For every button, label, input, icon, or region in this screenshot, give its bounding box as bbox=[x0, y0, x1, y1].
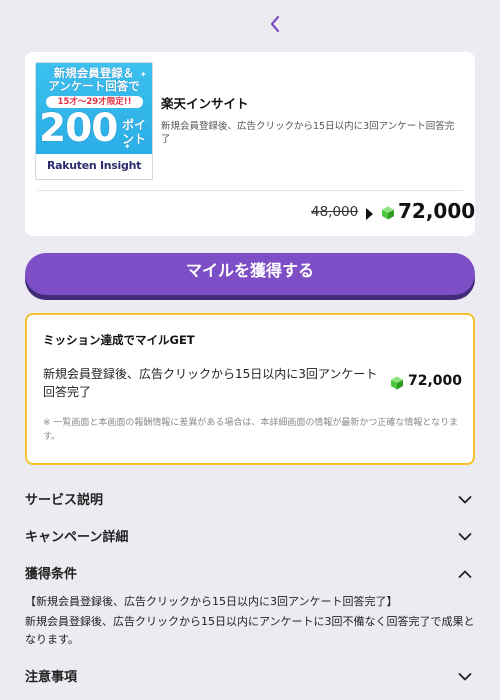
divider bbox=[37, 190, 463, 191]
green-gem-icon bbox=[391, 376, 403, 390]
mission-card: ミッション達成でマイルGET 新規会員登録後、広告クリックから15日以内に3回ア… bbox=[25, 313, 475, 465]
mission-description: 新規会員登録後、広告クリックから15日以内に3回アンケート回答完了 bbox=[43, 367, 378, 399]
back-button[interactable] bbox=[262, 10, 288, 38]
sparkle-icon: ✦ bbox=[124, 142, 131, 151]
sparkle-icon: ✦ bbox=[42, 112, 49, 121]
sparkle-icon: ✦ bbox=[140, 70, 147, 79]
offer-card[interactable]: 新規会員登録＆ アンケート回答で 15才〜29才限定!! 200 ポイント ✦ … bbox=[25, 52, 475, 236]
chevron-up-icon[interactable] bbox=[458, 569, 472, 579]
offer-title: 楽天インサイト bbox=[161, 96, 249, 111]
offer-description: 新規会員登録後、広告クリックから15日以内に3回アンケート回答完了 bbox=[161, 121, 455, 145]
chevron-down-icon[interactable] bbox=[458, 672, 472, 682]
banner-point-number: 200 bbox=[39, 106, 118, 151]
arrow-right-icon bbox=[366, 208, 373, 220]
offer-banner-image: 新規会員登録＆ アンケート回答で 15才〜29才限定!! 200 ポイント ✦ … bbox=[35, 62, 153, 180]
rakuten-insight-logo: Rakuten Insight bbox=[46, 159, 142, 172]
old-price: 48,000 bbox=[311, 204, 359, 220]
get-miles-button[interactable]: マイルを獲得する bbox=[25, 253, 475, 295]
chevron-left-icon bbox=[270, 15, 280, 33]
accordion-service-title[interactable]: サービス説明 bbox=[25, 489, 103, 508]
mission-detail-page: 新規会員登録＆ アンケート回答で 15才〜29才限定!! 200 ポイント ✦ … bbox=[0, 0, 500, 700]
banner-line2: アンケート回答で bbox=[48, 79, 140, 93]
mission-note: ※ 一覧画面と本画面の報酬情報に差異がある場合は、本詳細画面の情報が最新かつ正確… bbox=[43, 418, 459, 442]
accordion-conditions-title[interactable]: 獲得条件 bbox=[25, 563, 77, 582]
mission-title: ミッション達成でマイルGET bbox=[43, 333, 195, 347]
new-price: 72,000 bbox=[398, 199, 476, 223]
conditions-heading: 【新規会員登録後、広告クリックから15日以内に3回アンケート回答完了】 bbox=[25, 595, 398, 608]
accordion-notes-title[interactable]: 注意事項 bbox=[25, 666, 77, 685]
green-gem-icon bbox=[382, 206, 394, 220]
chevron-down-icon[interactable] bbox=[458, 532, 472, 542]
mission-reward: 72,000 bbox=[408, 373, 463, 389]
accordion-campaign-title[interactable]: キャンペーン詳細 bbox=[25, 526, 128, 545]
chevron-down-icon[interactable] bbox=[458, 495, 472, 505]
conditions-body: 新規会員登録後、広告クリックから15日以内にアンケートに3回不備なく回答完了で成… bbox=[25, 615, 475, 646]
